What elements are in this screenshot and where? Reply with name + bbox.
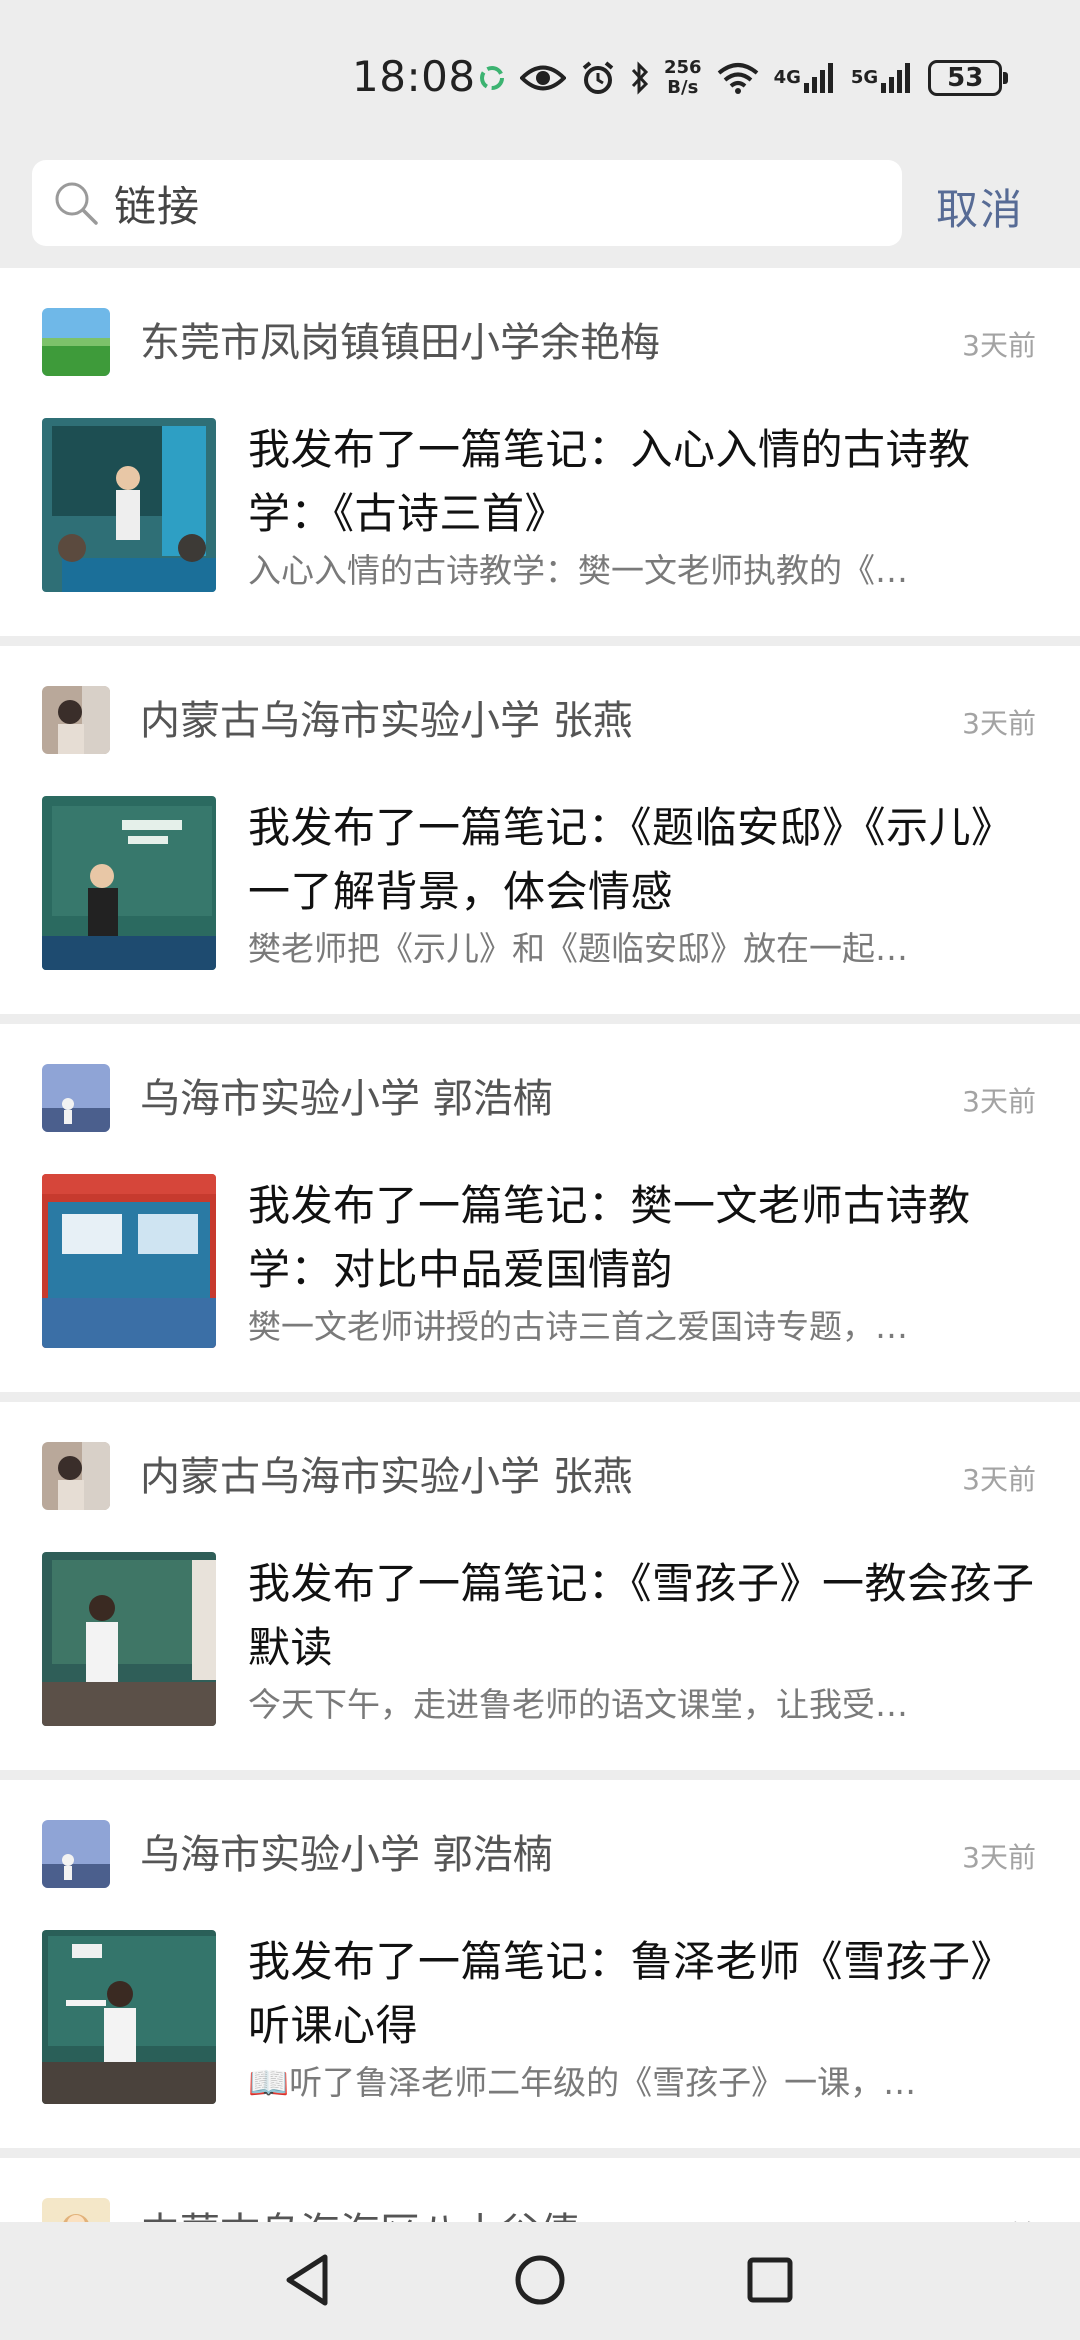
net-speed-unit: B/s (667, 77, 699, 98)
list-item[interactable]: 乌海市实验小学 郭浩楠 3天前 我发布了一篇笔记：鲁泽老师《雪孩子》听课心得 📖… (0, 1780, 1080, 2158)
status-bar: 18:08 256 B/s 4G 5G 53 (0, 0, 1080, 150)
battery-icon: 53 (928, 60, 1009, 96)
battery-level: 53 (947, 63, 984, 93)
post-title[interactable]: 我发布了一篇笔记：《题临安邸》《示儿》一了解背景，体会情感 (248, 796, 1038, 924)
recent-apps-icon[interactable] (738, 2248, 802, 2312)
author-name[interactable]: 乌海市实验小学 郭浩楠 (140, 1066, 553, 1124)
post-time: 3天前 (962, 329, 1036, 362)
post-summary: 樊老师把《示儿》和《题临安邸》放在一起… (248, 929, 908, 968)
net-speed-value: 256 (664, 57, 702, 78)
network-speed: 256 B/s (664, 58, 702, 98)
avatar[interactable] (42, 1442, 110, 1510)
avatar[interactable] (42, 308, 110, 376)
post-summary: 入心入情的古诗教学：樊一文老师执教的《… (248, 551, 908, 590)
back-icon[interactable] (276, 2248, 340, 2312)
status-time: 18:08 (352, 52, 476, 101)
avatar[interactable] (42, 1820, 110, 1888)
network-5g-label: 5G (850, 67, 879, 88)
author-name[interactable]: 乌海市实验小学 郭浩楠 (140, 1822, 553, 1880)
recycle-icon (478, 64, 506, 92)
post-title[interactable]: 我发布了一篇笔记：《雪孩子》一教会孩子默读 (248, 1552, 1038, 1680)
post-time: 3天前 (962, 707, 1036, 740)
post-thumbnail (42, 1174, 216, 1348)
post-summary: 今天下午，走进鲁老师的语文课堂，让我受… (248, 1685, 908, 1724)
post-thumbnail (42, 418, 216, 592)
system-navigation-bar (0, 2222, 1080, 2340)
list-item[interactable]: 东莞市凤岗镇镇田小学余艳梅 3天前 我发布了一篇笔记：入心入情的古诗教学：《古诗… (0, 268, 1080, 646)
post-thumbnail (42, 796, 216, 970)
list-item[interactable]: 内蒙古乌海市实验小学 张燕 3天前 我发布了一篇笔记：《题临安邸》《示儿》一了解… (0, 646, 1080, 1024)
signal-bars-icon (881, 63, 911, 93)
post-summary: 樊一文老师讲授的古诗三首之爱国诗专题，… (248, 1307, 908, 1346)
alarm-icon (580, 60, 616, 96)
signal-5g: 5G (851, 61, 914, 95)
cancel-button[interactable]: 取消 (936, 176, 1024, 237)
author-name[interactable]: 内蒙古乌海市实验小学 张燕 (140, 1444, 633, 1502)
list-item[interactable]: 乌海市实验小学 郭浩楠 3天前 我发布了一篇笔记：樊一文老师古诗教学：对比中品爱… (0, 1024, 1080, 1402)
post-title[interactable]: 我发布了一篇笔记：入心入情的古诗教学：《古诗三首》 (248, 418, 1038, 546)
wifi-icon (716, 61, 760, 95)
bluetooth-icon (630, 60, 650, 96)
network-4g-label: 4G (773, 67, 801, 88)
list-item[interactable]: 内蒙古乌海市实验小学 张燕 3天前 我发布了一篇笔记：《雪孩子》一教会孩子默读 … (0, 1402, 1080, 1780)
eye-icon (520, 63, 566, 93)
post-time: 3天前 (962, 1463, 1036, 1496)
search-input[interactable]: 链接 (32, 160, 902, 246)
post-thumbnail (42, 1552, 216, 1726)
signal-bars-icon (803, 63, 833, 93)
post-title[interactable]: 我发布了一篇笔记：樊一文老师古诗教学：对比中品爱国情韵 (248, 1174, 1038, 1302)
post-time: 3天前 (962, 1841, 1036, 1874)
post-thumbnail (42, 1930, 216, 2104)
author-name[interactable]: 内蒙古乌海市实验小学 张燕 (140, 688, 633, 746)
status-icons: 256 B/s 4G 5G 53 (478, 48, 1009, 108)
avatar[interactable] (42, 686, 110, 754)
avatar[interactable] (42, 1064, 110, 1132)
home-icon[interactable] (508, 2248, 572, 2312)
post-time: 3天前 (962, 1085, 1036, 1118)
post-title[interactable]: 我发布了一篇笔记：鲁泽老师《雪孩子》听课心得 (248, 1930, 1038, 2058)
search-results-list: 东莞市凤岗镇镇田小学余艳梅 3天前 我发布了一篇笔记：入心入情的古诗教学：《古诗… (0, 268, 1080, 2278)
signal-4g: 4G (774, 61, 837, 95)
search-icon (52, 179, 100, 227)
post-summary: 📖听了鲁泽老师二年级的《雪孩子》一课，… (248, 2063, 917, 2102)
author-name[interactable]: 东莞市凤岗镇镇田小学余艳梅 (140, 310, 660, 368)
search-query[interactable]: 链接 (114, 173, 200, 234)
